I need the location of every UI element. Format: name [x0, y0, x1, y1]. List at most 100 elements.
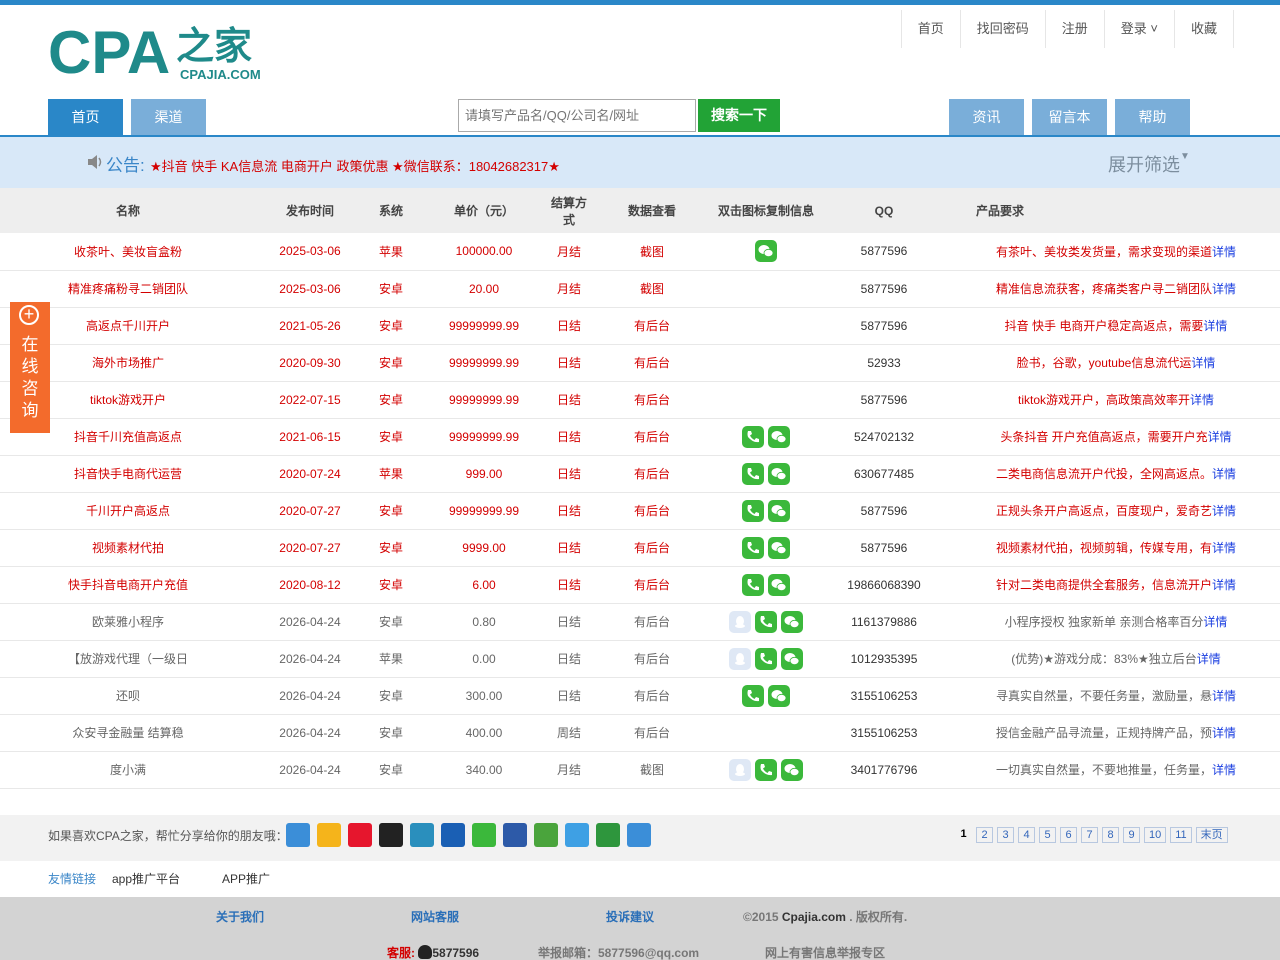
pager-page[interactable]: 2	[976, 827, 993, 843]
detail-link[interactable]: 详情	[1190, 393, 1214, 407]
pager-page[interactable]: 4	[1018, 827, 1035, 843]
pager-page[interactable]: 5	[1039, 827, 1056, 843]
footer-about-link[interactable]: 关于我们	[216, 908, 264, 925]
qq-icon[interactable]	[729, 647, 751, 670]
table-row[interactable]: 快手抖音电商开户充值 2020-08-12 安卓 6.00 日结 有后台 198660683…	[0, 566, 1280, 604]
nav-news-button[interactable]: 资讯	[949, 99, 1024, 135]
site-logo[interactable]: CPA 之家 CPAJIA.COM	[48, 19, 278, 86]
detail-link[interactable]: 详情	[1212, 245, 1236, 259]
pager-page[interactable]: 9	[1123, 827, 1140, 843]
detail-link[interactable]: 详情	[1212, 504, 1236, 518]
nav-help-button[interactable]: 帮助	[1115, 99, 1190, 135]
search-button[interactable]: 搜索一下	[698, 99, 780, 132]
toplink-login[interactable]: 登录 ˅	[1103, 10, 1174, 48]
detail-link[interactable]: 详情	[1191, 356, 1215, 370]
table-row[interactable]: 抖音千川充值高返点 2021-06-15 安卓 99999999.99 日结 有后台 524…	[0, 418, 1280, 456]
cell-name[interactable]: 度小满	[0, 751, 256, 789]
share-kaixin-icon[interactable]	[534, 823, 558, 847]
share-renren-icon[interactable]	[441, 823, 465, 847]
footer-report-zone[interactable]: 网上有害信息举报专区	[765, 944, 885, 960]
detail-link[interactable]: 详情	[1203, 615, 1227, 629]
share-more-icon[interactable]	[286, 823, 310, 847]
toplink-find-password[interactable]: 找回密码	[959, 10, 1045, 48]
nav-channel-button[interactable]: 渠道	[131, 99, 206, 135]
detail-link[interactable]: 详情	[1212, 467, 1236, 481]
pager-page[interactable]: 6	[1060, 827, 1077, 843]
cell-name[interactable]: 还呗	[0, 677, 256, 715]
table-row[interactable]: 欧莱雅小程序 2026-04-24 安卓 0.80 日结 有后台 1161379886 小程序…	[0, 603, 1280, 641]
table-row[interactable]: 高返点千川开户 2021-05-26 安卓 99999999.99 日结 有后台 58775…	[0, 307, 1280, 345]
cell-name[interactable]: 众安寻金融量 结算稳	[0, 714, 256, 752]
share-tqq-icon[interactable]	[410, 823, 434, 847]
wechat-icon[interactable]	[768, 684, 790, 707]
phone-icon[interactable]	[755, 758, 777, 781]
phone-icon[interactable]	[755, 610, 777, 633]
wechat-icon[interactable]	[781, 758, 803, 781]
phone-icon[interactable]	[742, 573, 764, 596]
pager-page[interactable]: 8	[1102, 827, 1119, 843]
online-consult-button[interactable]: + 在线咨询	[10, 302, 50, 433]
table-row[interactable]: 众安寻金融量 结算稳 2026-04-24 安卓 400.00 周结 有后台 3155106…	[0, 714, 1280, 752]
phone-icon[interactable]	[742, 425, 764, 448]
friend-link-item[interactable]: app推广平台	[112, 870, 180, 887]
pager-page[interactable]: 10	[1144, 827, 1167, 843]
phone-icon[interactable]	[742, 499, 764, 522]
detail-link[interactable]: 详情	[1212, 689, 1236, 703]
share-qzone-icon[interactable]	[317, 823, 341, 847]
table-row[interactable]: 还呗 2026-04-24 安卓 300.00 日结 有后台 3155106253 寻真实自然…	[0, 677, 1280, 715]
cell-name[interactable]: 欧莱雅小程序	[0, 603, 256, 641]
toplink-favorite[interactable]: 收藏	[1173, 10, 1234, 48]
table-row[interactable]: 精准疼痛粉寻二销团队 2025-03-06 安卓 20.00 月结 截图 5877596 精准…	[0, 270, 1280, 308]
nav-home-button[interactable]: 首页	[48, 99, 123, 135]
share-tieba-icon[interactable]	[503, 823, 527, 847]
detail-link[interactable]: 详情	[1212, 282, 1236, 296]
detail-link[interactable]: 详情	[1208, 430, 1232, 444]
phone-icon[interactable]	[742, 684, 764, 707]
kefu-qq[interactable]: 5877596	[432, 946, 479, 960]
share-youdao-icon[interactable]	[627, 823, 651, 847]
detail-link[interactable]: 详情	[1212, 541, 1236, 555]
phone-icon[interactable]	[755, 647, 777, 670]
notice-text[interactable]: ★抖音 快手 KA信息流 电商开户 政策优惠 ★微信联系：18042682317…	[150, 156, 560, 175]
share-wechat-icon[interactable]	[472, 823, 496, 847]
table-row[interactable]: 收茶叶、美妆盲盒粉 2025-03-06 苹果 100000.00 月结 截图 587759…	[0, 233, 1280, 271]
cell-name[interactable]: 收茶叶、美妆盲盒粉	[0, 233, 256, 271]
pager-last[interactable]: 末页	[1195, 827, 1228, 843]
table-row[interactable]: 海外市场推广 2020-09-30 安卓 99999999.99 日结 有后台 52933 脸…	[0, 344, 1280, 382]
detail-link[interactable]: 详情	[1203, 319, 1227, 333]
detail-link[interactable]: 详情	[1212, 726, 1236, 740]
qq-icon[interactable]	[729, 758, 751, 781]
table-row[interactable]: tiktok游戏开户 2022-07-15 安卓 99999999.99 日结 有后台 58…	[0, 381, 1280, 419]
nav-guestbook-button[interactable]: 留言本	[1032, 99, 1107, 135]
cell-name[interactable]: 千川开户高返点	[0, 492, 256, 530]
phone-icon[interactable]	[742, 462, 764, 485]
pager-page[interactable]: 3	[997, 827, 1014, 843]
table-row[interactable]: 【放游戏代理（一级日 2026-04-24 苹果 0.00 日结 有后台 101293539…	[0, 640, 1280, 678]
wechat-icon[interactable]	[768, 573, 790, 596]
table-row[interactable]: 千川开户高返点 2020-07-27 安卓 99999999.99 日结 有后台 58775…	[0, 492, 1280, 530]
friend-link-item[interactable]: APP推广	[222, 870, 270, 887]
cell-name[interactable]: 快手抖音电商开户充值	[0, 566, 256, 604]
cell-name[interactable]: 【放游戏代理（一级日	[0, 640, 256, 678]
footer-report-email[interactable]: 举报邮箱：5877596@qq.com	[538, 944, 699, 960]
phone-icon[interactable]	[742, 536, 764, 559]
expand-filter-toggle[interactable]: 展开筛选▼	[1108, 151, 1190, 177]
wechat-icon[interactable]	[768, 425, 790, 448]
wechat-icon[interactable]	[781, 647, 803, 670]
detail-link[interactable]: 详情	[1212, 578, 1236, 592]
share-weibo-icon[interactable]	[348, 823, 372, 847]
share-note-icon[interactable]	[565, 823, 589, 847]
footer-complaint-link[interactable]: 投诉建议	[606, 908, 654, 925]
qq-icon[interactable]	[729, 610, 751, 633]
toplink-home[interactable]: 首页	[900, 10, 960, 48]
detail-link[interactable]: 详情	[1212, 763, 1236, 777]
table-row[interactable]: 抖音快手电商代运营 2020-07-24 苹果 999.00 日结 有后台 63067748…	[0, 455, 1280, 493]
cell-name[interactable]: 视频素材代拍	[0, 529, 256, 567]
wechat-icon[interactable]	[768, 536, 790, 559]
wechat-icon[interactable]	[768, 499, 790, 522]
share-qq-icon[interactable]	[379, 823, 403, 847]
pager-page[interactable]: 1	[955, 827, 972, 843]
table-row[interactable]: 视频素材代拍 2020-07-27 安卓 9999.00 日结 有后台 5877596 视频素…	[0, 529, 1280, 567]
search-input[interactable]	[458, 99, 696, 132]
cell-name[interactable]: 抖音快手电商代运营	[0, 455, 256, 493]
